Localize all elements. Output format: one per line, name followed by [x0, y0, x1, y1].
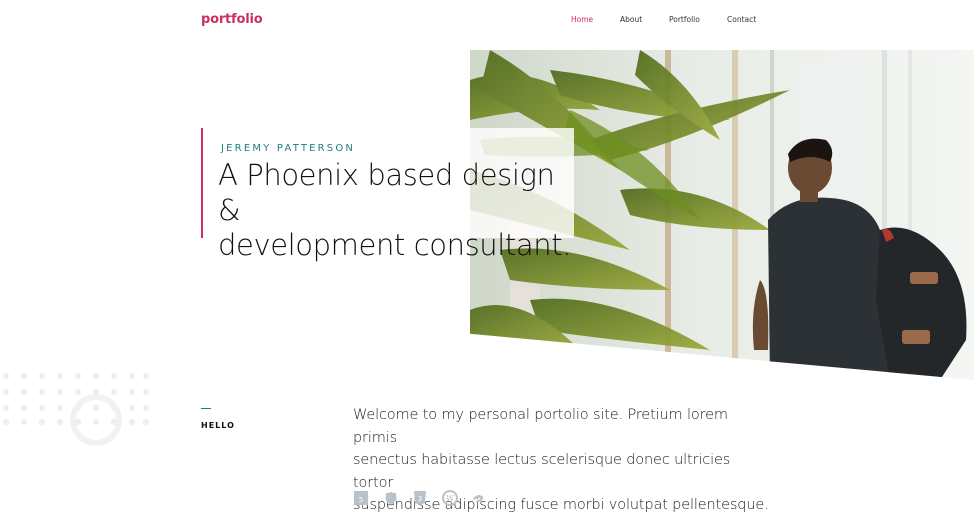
intro-line-2: senectus habitasse lectus scelerisque do… — [353, 452, 731, 491]
wordpress-icon: W — [441, 490, 472, 506]
headline-line-2: development consultant. — [218, 228, 572, 262]
accent-line — [201, 128, 203, 238]
svg-text:W: W — [445, 494, 454, 503]
logo[interactable]: portfolio — [201, 12, 263, 27]
html5-icon: 5 — [353, 490, 383, 506]
css3-icon: 3 — [412, 490, 442, 506]
nav-portfolio[interactable]: Portfolio — [669, 15, 727, 24]
grunt-icon — [383, 490, 413, 506]
hero-eyebrow: JEREMY PATTERSON — [221, 143, 356, 154]
hello-dash — [201, 408, 211, 409]
sass-icon — [471, 490, 501, 506]
intro-line-1: Welcome to my personal portolio site. Pr… — [353, 407, 728, 446]
tech-icons: 5 3 W — [353, 490, 501, 506]
svg-text:5: 5 — [359, 496, 363, 504]
main-nav: Home About Portfolio Contact — [571, 15, 767, 24]
nav-about[interactable]: About — [620, 15, 669, 24]
headline-line-1: A Phoenix based design & — [218, 158, 555, 227]
svg-text:3: 3 — [418, 495, 422, 503]
circle-decoration — [70, 394, 122, 446]
page: portfolio Home About Portfolio Contact J… — [0, 0, 974, 517]
nav-home[interactable]: Home — [571, 15, 620, 24]
hero-headline: A Phoenix based design & development con… — [218, 158, 578, 263]
hello-label: HELLO — [201, 421, 235, 430]
nav-contact[interactable]: Contact — [727, 15, 767, 24]
